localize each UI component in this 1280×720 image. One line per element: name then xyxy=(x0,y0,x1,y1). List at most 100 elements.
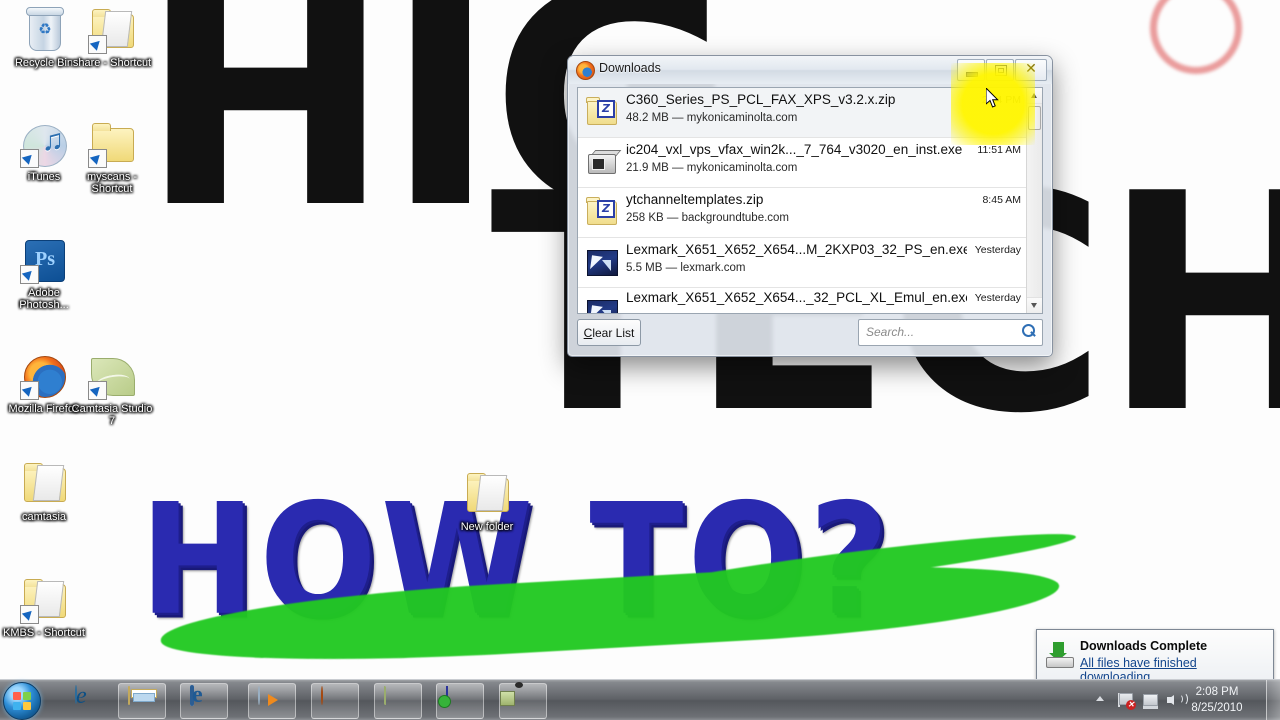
desktop-icon-share-shortcut[interactable]: share - Shortcut xyxy=(70,6,154,69)
lexmark-file-icon xyxy=(586,296,618,313)
outlook-icon xyxy=(190,685,218,715)
clock-date: 8/25/2010 xyxy=(1191,702,1243,714)
camera-icon xyxy=(509,687,537,715)
folder-icon xyxy=(88,120,136,168)
shortcut-arrow-icon xyxy=(20,605,39,624)
download-file-meta: 48.2 MB — mykonicaminolta.com xyxy=(626,112,798,124)
download-item[interactable]: Lexmark_X651_X652_X654...M_2KXP03_32_PS_… xyxy=(578,238,1027,288)
folder-open-icon xyxy=(20,460,68,508)
desktop-icon-label: New folder xyxy=(460,521,514,533)
downloads-bottom-bar: Clear List Search... xyxy=(577,319,1043,347)
downloads-complete-notification[interactable]: Downloads Complete All files have finish… xyxy=(1036,629,1274,684)
desktop-icon-kmbs-shortcut[interactable]: KMBS - Shortcut xyxy=(2,576,86,639)
firefox-icon xyxy=(576,61,595,80)
shortcut-arrow-icon xyxy=(20,381,39,400)
desktop-icon-camtasia-folder[interactable]: camtasia xyxy=(2,460,86,523)
desktop-icon-label: camtasia xyxy=(21,511,67,523)
wallpaper-pink-circle xyxy=(1150,0,1242,74)
download-item[interactable]: Z C360_Series_PS_PCL_FAX_XPS_v3.2.x.zip … xyxy=(578,88,1027,138)
scroll-up-arrow-icon[interactable] xyxy=(1027,88,1042,104)
window-title: Downloads xyxy=(599,61,661,75)
folder-open-icon xyxy=(88,6,136,54)
windows-start-orb-icon[interactable] xyxy=(3,682,41,720)
download-file-name: C360_Series_PS_PCL_FAX_XPS_v3.2.x.zip xyxy=(626,92,896,107)
folder-open-icon xyxy=(20,576,68,624)
clear-list-button[interactable]: Clear List xyxy=(577,319,641,346)
minimize-button[interactable] xyxy=(957,59,985,81)
download-file-name: ytchanneltemplates.zip xyxy=(626,192,764,207)
download-file-meta: 5.5 MB — lexmark.com xyxy=(626,262,746,274)
download-item[interactable]: ic204_vxl_vps_vfax_win2k..._7_764_v3020_… xyxy=(578,138,1027,188)
firefox-icon xyxy=(321,686,349,715)
download-item[interactable]: Z ytchanneltemplates.zip 258 KB — backgr… xyxy=(578,188,1027,238)
taskbar-button-camtasia-studio[interactable] xyxy=(374,683,422,719)
desktop-icon-adobe-photoshop[interactable]: Adobe Photosh... xyxy=(2,236,86,311)
shortcut-arrow-icon xyxy=(88,381,107,400)
download-time: 2:04 PM xyxy=(981,94,1021,106)
show-hidden-icons-chevron[interactable] xyxy=(1096,696,1104,701)
download-file-name: Lexmark_X651_X652_X654..._32_PCL_XL_Emul… xyxy=(626,290,967,305)
desktop-icon-label: Adobe Photosh... xyxy=(19,287,69,311)
shortcut-arrow-icon xyxy=(88,149,107,168)
taskbar-clock[interactable]: 2:08 PM 8/25/2010 xyxy=(1180,684,1254,716)
desktop-icon-camtasia-studio-7[interactable]: Camtasia Studio 7 xyxy=(70,352,154,427)
downloads-list[interactable]: Z C360_Series_PS_PCL_FAX_XPS_v3.2.x.zip … xyxy=(578,88,1027,313)
search-input[interactable]: Search... xyxy=(858,319,1043,346)
download-file-meta: 21.9 MB — mykonicaminolta.com xyxy=(626,162,798,174)
system-tray[interactable]: ✕ 2:08 PM 8/25/2010 xyxy=(1090,680,1280,720)
downloads-scrollbar[interactable] xyxy=(1026,88,1042,313)
clear-list-rest: lear List xyxy=(592,325,635,340)
download-item[interactable]: Lexmark_X651_X652_X654..._32_PCL_XL_Emul… xyxy=(578,288,1027,313)
scroll-down-arrow-icon[interactable] xyxy=(1027,297,1042,313)
itunes-icon xyxy=(20,120,68,168)
search-icon[interactable] xyxy=(1022,324,1036,338)
restore-button[interactable] xyxy=(986,59,1014,81)
flag-warning-icon[interactable]: ✕ xyxy=(1118,692,1136,710)
download-time: Yesterday xyxy=(974,292,1021,304)
clear-list-accel: C xyxy=(583,325,593,340)
download-file-name: Lexmark_X651_X652_X654...M_2KXP03_32_PS_… xyxy=(626,242,967,257)
window-controls: ✕ xyxy=(956,59,1047,81)
download-file-meta: 258 KB — backgroundtube.com xyxy=(626,212,790,224)
desktop-icon-label: Camtasia Studio 7 xyxy=(71,403,153,427)
taskbar-button-windows-media-player[interactable] xyxy=(248,683,296,719)
network-icon[interactable] xyxy=(1142,692,1158,709)
zip-file-icon: Z xyxy=(586,196,618,228)
taskbar-button-internet-explorer[interactable] xyxy=(66,683,112,717)
lexmark-file-icon xyxy=(586,246,618,278)
downloads-window[interactable]: Downloads ✕ Z C360_Series_PS_PCL_FAX_XPS… xyxy=(567,55,1053,357)
windows-flag-icon xyxy=(13,692,31,710)
taskbar-button-windows-explorer[interactable] xyxy=(118,683,166,719)
firefox-icon xyxy=(20,352,68,400)
folder-explorer-icon xyxy=(128,686,156,715)
desktop-icon-new-folder[interactable]: New folder xyxy=(445,470,529,533)
window-titlebar[interactable]: Downloads ✕ xyxy=(568,56,1052,84)
photoshop-icon xyxy=(20,236,68,284)
shortcut-arrow-icon xyxy=(20,265,39,284)
notification-title: Downloads Complete xyxy=(1080,639,1208,653)
download-file-name: ic204_vxl_vps_vfax_win2k..._7_764_v3020_… xyxy=(626,142,963,157)
downloads-list-container: Z C360_Series_PS_PCL_FAX_XPS_v3.2.x.zip … xyxy=(577,87,1043,314)
taskbar-button-kmbs[interactable] xyxy=(436,683,484,719)
desktop-icon-label: KMBS - Shortcut xyxy=(3,627,85,639)
download-time: Yesterday xyxy=(974,244,1021,256)
internet-explorer-icon xyxy=(75,685,103,714)
taskbar-button-outlook-express[interactable] xyxy=(180,683,228,719)
zip-file-icon: Z xyxy=(586,96,618,128)
media-player-icon xyxy=(258,686,286,715)
close-button[interactable]: ✕ xyxy=(1015,59,1047,81)
clock-time: 2:08 PM xyxy=(1195,686,1239,698)
desktop-icon-label: myscans - Shortcut xyxy=(86,171,138,195)
kmbs-icon xyxy=(446,686,474,715)
taskbar-button-mozilla-firefox[interactable] xyxy=(311,683,359,719)
desktop-icon-myscans-shortcut[interactable]: myscans - Shortcut xyxy=(70,120,154,195)
download-time: 11:51 AM xyxy=(977,144,1021,156)
scrollbar-thumb[interactable] xyxy=(1028,106,1041,130)
camtasia-icon xyxy=(88,352,136,400)
folder-icon xyxy=(463,470,511,518)
download-time: 8:45 AM xyxy=(982,194,1021,206)
show-desktop-button[interactable] xyxy=(1266,680,1280,720)
download-complete-icon xyxy=(1046,642,1074,668)
taskbar-button-camera[interactable] xyxy=(499,683,547,719)
taskbar[interactable]: ✕ 2:08 PM 8/25/2010 xyxy=(0,679,1280,720)
